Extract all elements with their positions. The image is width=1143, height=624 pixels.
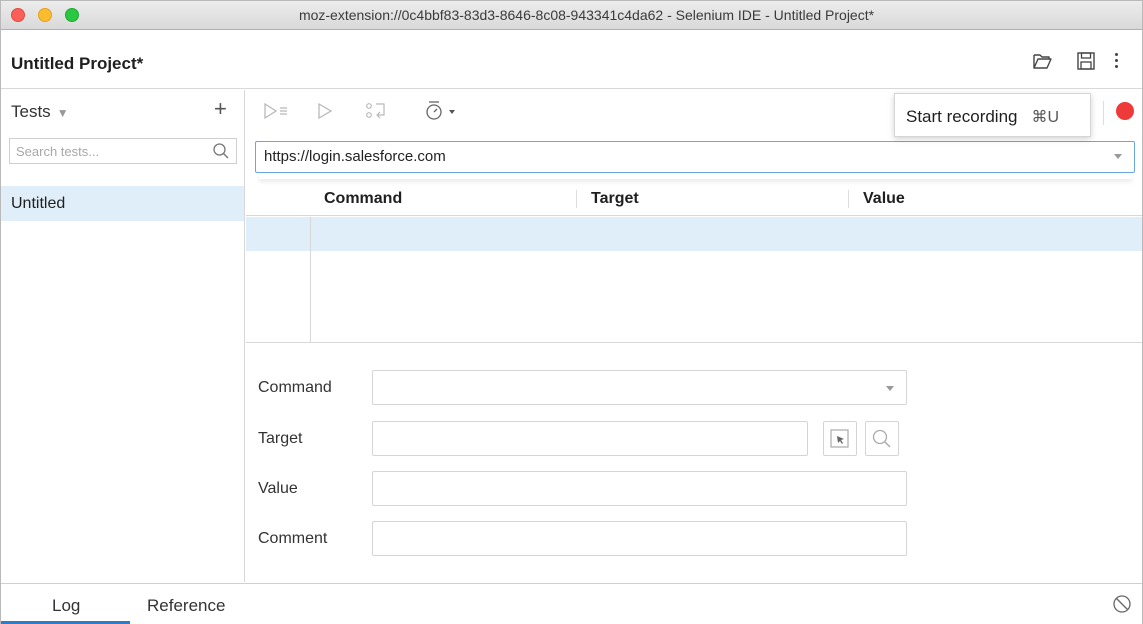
select-target-icon (830, 429, 849, 448)
add-test-button[interactable]: + (214, 96, 227, 122)
step-over-icon[interactable] (364, 100, 390, 122)
find-target-button[interactable] (865, 421, 899, 456)
project-title[interactable]: Untitled Project* (11, 54, 143, 74)
clear-log-icon[interactable] (1111, 593, 1133, 615)
playback-toolbar: Start recording ⌘U (246, 90, 1142, 137)
base-url-input[interactable] (264, 148, 1084, 165)
chevron-down-icon[interactable] (886, 386, 894, 391)
search-icon (212, 142, 230, 160)
save-project-icon[interactable] (1075, 50, 1097, 72)
target-field[interactable] (372, 421, 808, 456)
project-header: Untitled Project* (1, 31, 1142, 89)
target-label: Target (258, 430, 303, 447)
command-table-body (246, 217, 1142, 343)
search-tests-input[interactable] (10, 139, 200, 163)
comment-label: Comment (258, 530, 328, 547)
value-field[interactable] (372, 471, 907, 506)
table-row[interactable] (246, 217, 1142, 251)
toolbar-divider (1103, 101, 1104, 125)
more-options-icon[interactable] (1110, 50, 1122, 72)
record-icon[interactable] (1116, 102, 1134, 120)
chevron-down-icon[interactable] (1114, 154, 1122, 159)
column-header-command: Command (324, 190, 403, 207)
start-recording-tooltip: Start recording ⌘U (894, 93, 1091, 137)
command-field[interactable] (372, 370, 907, 405)
tests-dropdown-label: Tests (11, 102, 51, 121)
comment-input[interactable] (373, 522, 906, 555)
select-target-button[interactable] (823, 421, 857, 456)
tooltip-label: Start recording (906, 107, 1018, 126)
run-current-test-icon[interactable] (316, 100, 334, 122)
base-url-combobox[interactable] (255, 141, 1135, 173)
tab-reference[interactable]: Reference (147, 596, 225, 616)
value-label: Value (258, 480, 298, 497)
tests-dropdown[interactable]: Tests ▼ (11, 102, 69, 122)
command-input[interactable] (373, 371, 906, 404)
tests-sidebar: Tests ▼ + Untitled (1, 90, 245, 582)
url-bar-shadow (259, 173, 1132, 179)
index-column-divider (310, 217, 311, 343)
tab-log[interactable]: Log (52, 596, 80, 616)
command-table-header: Command Target Value (246, 182, 1142, 216)
test-speed-icon[interactable] (424, 100, 460, 122)
comment-field[interactable] (372, 521, 907, 556)
value-input[interactable] (373, 472, 906, 505)
search-tests-box (9, 138, 237, 164)
window-title: moz-extension://0c4bbf83-83d3-8646-8c08-… (298, 7, 875, 23)
column-header-target: Target (576, 190, 639, 208)
chevron-down-icon: ▼ (56, 106, 69, 120)
find-target-icon (872, 429, 891, 448)
title-bar: moz-extension://0c4bbf83-83d3-8646-8c08-… (1, 1, 1142, 30)
tooltip-shortcut: ⌘U (1031, 109, 1060, 126)
selenium-ide-window: moz-extension://0c4bbf83-83d3-8646-8c08-… (0, 0, 1143, 624)
run-all-tests-icon[interactable] (262, 100, 290, 122)
target-input[interactable] (373, 422, 807, 455)
command-label: Command (258, 379, 332, 396)
column-header-value: Value (848, 190, 905, 208)
bottom-panel-tabs: Log Reference (1, 583, 1142, 624)
test-list-item[interactable]: Untitled (1, 186, 244, 221)
open-project-icon[interactable] (1031, 50, 1053, 72)
